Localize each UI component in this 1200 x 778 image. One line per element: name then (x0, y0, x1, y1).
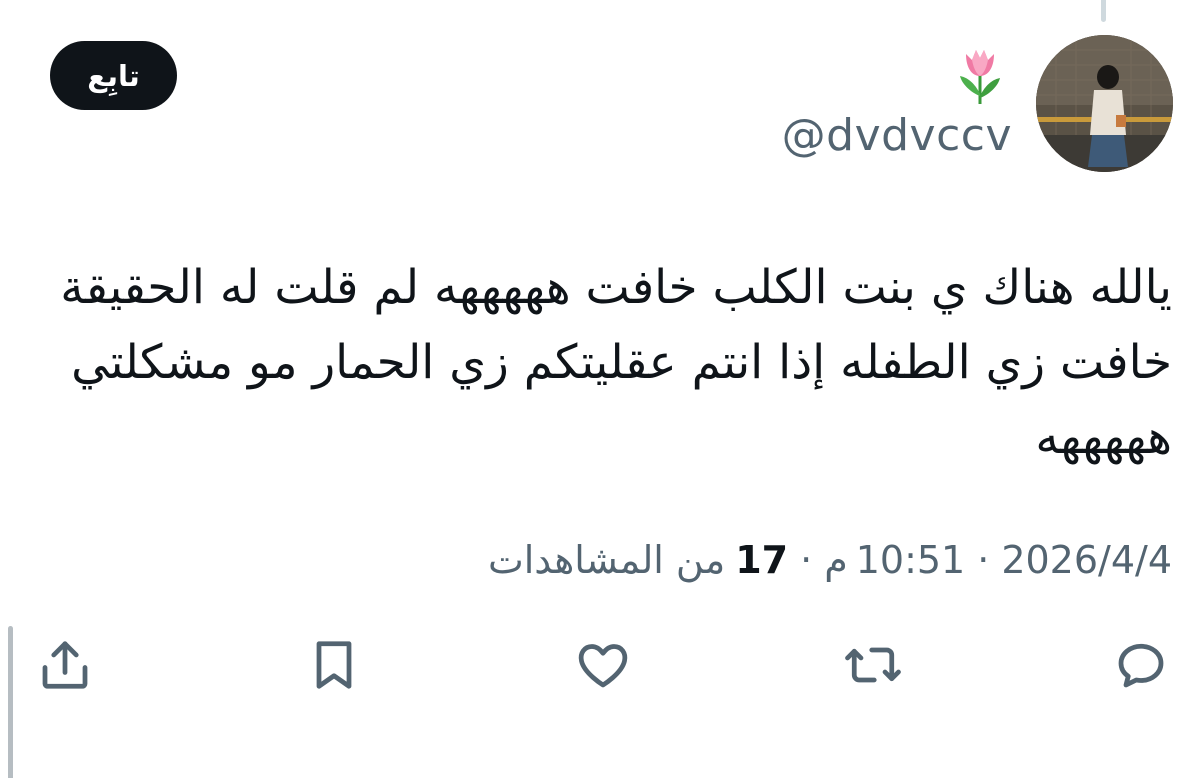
thread-connector-line (1101, 0, 1106, 22)
tweet-metadata: 2026/4/4 · 10:51 م · 17 من المشاهدات (488, 538, 1172, 582)
tweet-date[interactable]: 2026/4/4 (1001, 538, 1172, 582)
reply-button[interactable] (1106, 630, 1176, 700)
share-button[interactable] (30, 630, 100, 700)
repost-button[interactable] (838, 630, 908, 700)
separator-dot: · (977, 538, 990, 582)
views-count[interactable]: 17 (725, 538, 788, 582)
avatar[interactable] (1036, 35, 1173, 172)
tulip-icon (952, 44, 1008, 106)
reply-icon (1118, 643, 1164, 688)
bookmark-button[interactable] (299, 630, 369, 700)
heart-icon (578, 644, 628, 688)
repost-icon (845, 647, 901, 683)
user-handle[interactable]: @dvdvccv (782, 110, 1012, 161)
tweet-text: يالله هناك ي بنت الكلب خافت هههههه لم قل… (60, 260, 1172, 465)
bookmark-icon (316, 641, 352, 689)
time-period: م (824, 538, 848, 582)
separator-dot: · (800, 538, 813, 582)
like-button[interactable] (568, 630, 638, 700)
tweet-time[interactable]: 10:51 (856, 538, 966, 582)
share-icon (42, 641, 88, 689)
scrollbar[interactable] (8, 626, 13, 778)
views-label: من المشاهدات (487, 538, 726, 582)
follow-button[interactable]: تابِع (50, 41, 177, 110)
